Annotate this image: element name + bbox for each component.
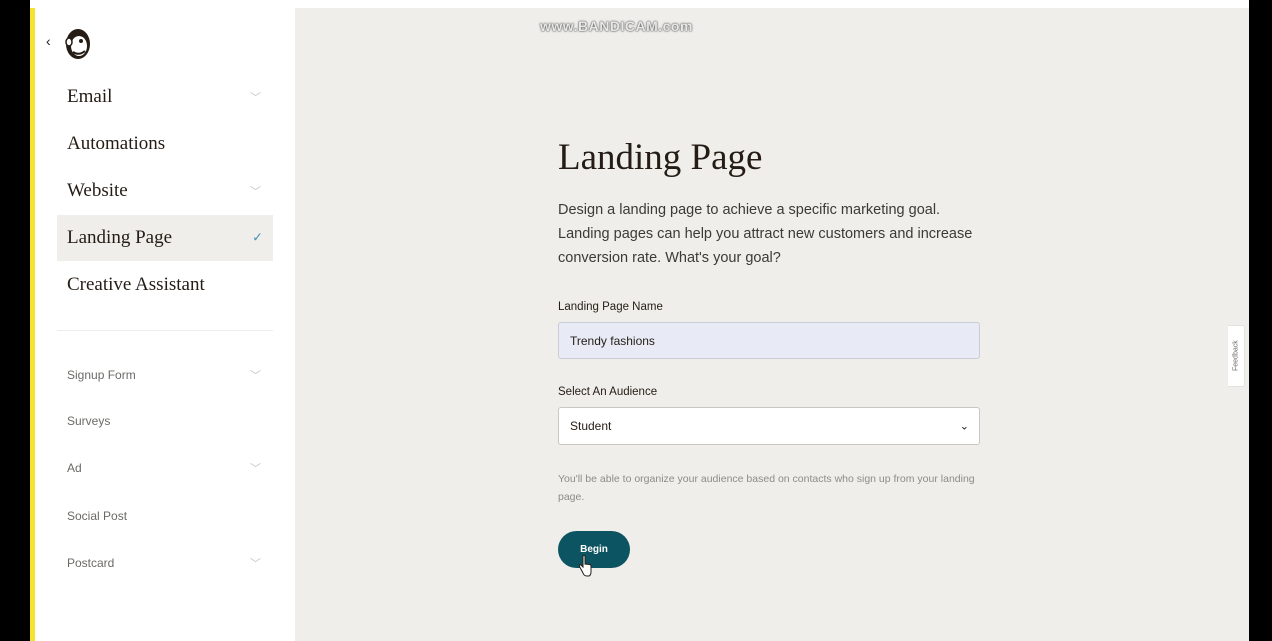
page-description: Design a landing page to achieve a speci… — [558, 202, 973, 266]
chevron-down-icon: ﹀ — [250, 462, 261, 475]
main-content: www.BANDICAM.com Landing Page Design a l… — [295, 8, 1249, 641]
begin-button[interactable]: Begin — [558, 531, 630, 568]
sidebar-item-label: Website — [67, 180, 128, 201]
page-title: Landing Page — [558, 137, 763, 178]
sidebar-divider — [57, 330, 273, 331]
sidebar-item-automations[interactable]: Automations — [57, 121, 273, 167]
chevron-down-icon: ﹀ — [250, 557, 261, 570]
sidebar-item-signup-form[interactable]: Signup Form ﹀ — [57, 360, 273, 390]
sidebar-item-creative-assistant[interactable]: Creative Assistant — [57, 262, 273, 308]
sidebar-item-landing-page[interactable]: Landing Page ✓ — [57, 215, 273, 261]
sidebar-item-label: Signup Form — [67, 368, 136, 382]
screen-border-left — [0, 0, 30, 641]
audience-help-text: You'll be able to organize your audience… — [558, 473, 975, 503]
chevron-down-icon: ⌄ — [959, 419, 969, 433]
sidebar-item-label: Creative Assistant — [67, 274, 205, 295]
chevron-down-icon: ﹀ — [250, 369, 261, 382]
sidebar-item-label: Ad — [67, 461, 82, 475]
landing-page-name-label: Landing Page Name — [558, 301, 663, 313]
landing-page-name-input[interactable] — [558, 322, 980, 359]
audience-selected-value: Student — [570, 419, 612, 433]
sidebar-item-label: Social Post — [67, 509, 128, 523]
chevron-down-icon: ﹀ — [250, 91, 261, 104]
sidebar-item-label: Automations — [67, 133, 166, 154]
sidebar-item-label: Landing Page — [67, 227, 173, 248]
screen-border-right — [1249, 0, 1272, 641]
sidebar-item-ad[interactable]: Ad ﹀ — [57, 453, 273, 483]
sidebar: ‹ Email ﹀ Automations Website ﹀ Landing … — [35, 8, 295, 641]
sidebar-item-label: Postcard — [67, 556, 115, 570]
sidebar-item-label: Surveys — [67, 414, 111, 428]
audience-select[interactable]: Student ⌄ — [558, 407, 980, 445]
chevron-left-icon[interactable]: ‹ — [46, 33, 51, 49]
mailchimp-freddie-icon[interactable] — [60, 22, 94, 62]
sidebar-item-social-post[interactable]: Social Post — [57, 501, 273, 531]
recorder-watermark: www.BANDICAM.com — [540, 18, 693, 34]
sidebar-item-email[interactable]: Email ﹀ — [57, 74, 273, 120]
hand-pointer-icon — [578, 555, 592, 577]
sidebar-item-postcard[interactable]: Postcard ﹀ — [57, 548, 273, 578]
checkmark-icon: ✓ — [252, 230, 263, 246]
sidebar-item-label: Email — [67, 86, 113, 107]
screen-border-top — [30, 0, 1249, 8]
chevron-down-icon: ﹀ — [250, 185, 261, 198]
feedback-tab[interactable]: Feedback — [1228, 325, 1245, 387]
sidebar-item-surveys[interactable]: Surveys — [57, 406, 273, 436]
audience-label: Select An Audience — [558, 386, 658, 398]
sidebar-item-website[interactable]: Website ﹀ — [57, 168, 273, 214]
